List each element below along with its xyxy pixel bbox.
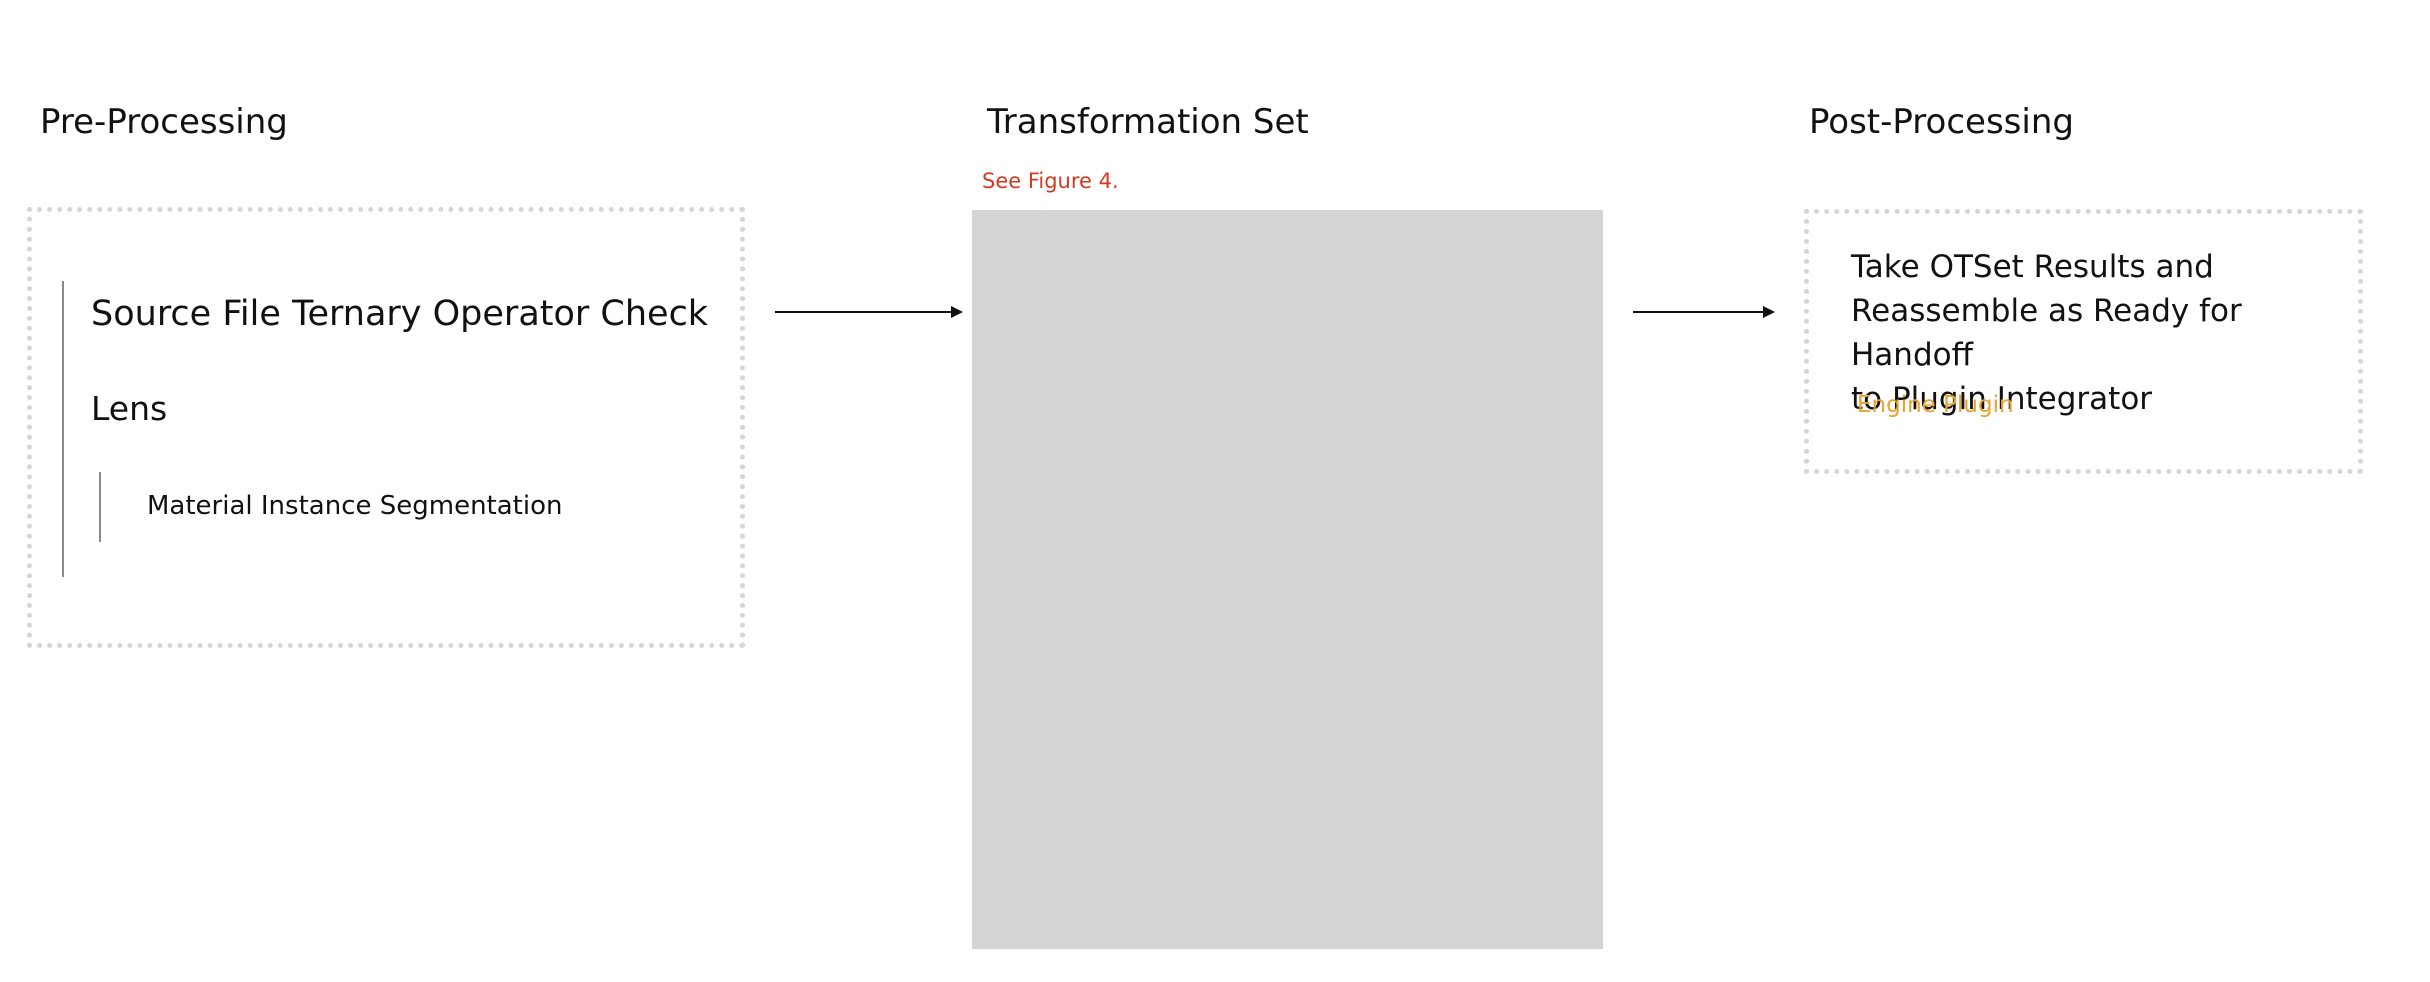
pre-processing-title: Pre-Processing [40,102,288,142]
transformation-set-title: Transformation Set [987,102,1309,142]
arrow-head-icon [1763,306,1775,318]
source-file-check-step: Source File Ternary Operator Check [91,294,709,334]
engine-plugin-tag: Engine Plugin [1857,392,2014,418]
material-segmentation-step: Material Instance Segmentation [147,491,563,521]
post-processing-title: Post-Processing [1809,102,2074,142]
figure-reference-link[interactable]: See Figure 4. [982,167,1119,195]
arrow-shaft [775,311,953,313]
arrow-pre-to-transformation [775,305,963,319]
arrow-shaft [1633,311,1765,313]
arrow-transformation-to-post [1633,305,1775,319]
lens-step: Lens [91,389,168,428]
pre-processing-outer-indent-line [62,281,64,577]
lens-indent-line [99,472,101,542]
arrow-head-icon [951,306,963,318]
transformation-set-placeholder [972,210,1603,949]
